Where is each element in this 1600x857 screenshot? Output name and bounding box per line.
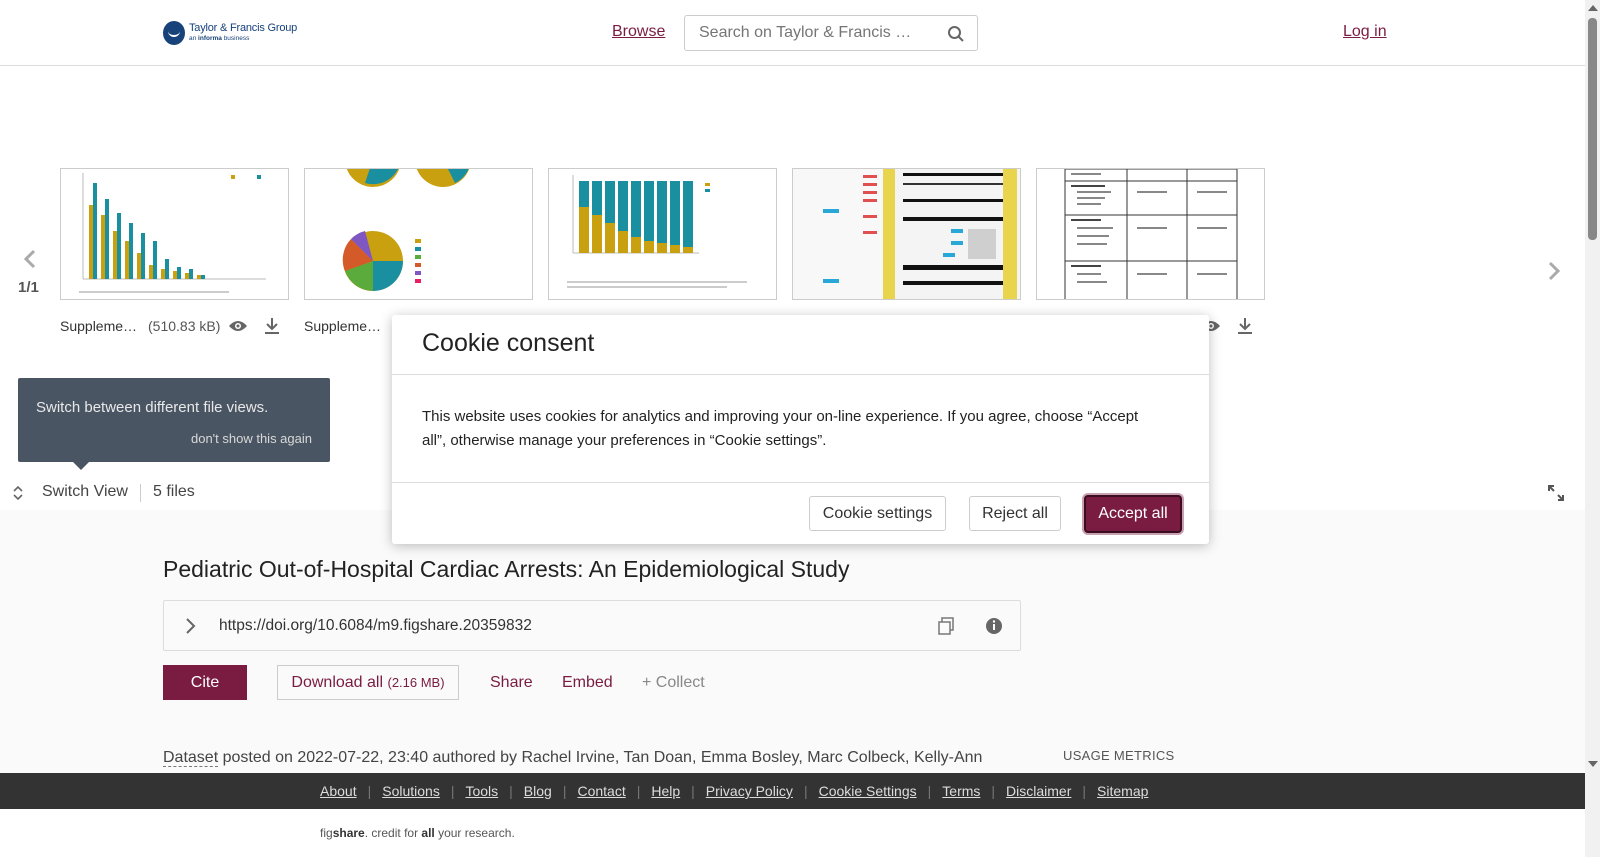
site-header: Taylor & Francis Group an informa busine… (0, 0, 1585, 66)
footer-link-privacy[interactable]: Privacy Policy (706, 783, 793, 799)
cite-button[interactable]: Cite (163, 665, 247, 700)
copy-icon[interactable] (937, 617, 955, 635)
thumbnail-spreadsheet (793, 169, 1020, 299)
carousel-next-icon[interactable] (1545, 261, 1563, 281)
site-footer: About | Solutions | Tools | Blog | Contact | … (0, 773, 1585, 809)
footer-link-disclaimer[interactable]: Disclaimer (1006, 783, 1071, 799)
file-view-tooltip: Switch between different file views. don… (18, 378, 330, 470)
tooltip-dismiss-link[interactable]: don't show this again (191, 431, 312, 446)
embed-link[interactable]: Embed (562, 674, 613, 692)
share-link[interactable]: Share (490, 674, 533, 692)
page-scrollbar[interactable] (1585, 0, 1600, 857)
dialog-body: This website uses cookies for analytics … (422, 408, 1139, 449)
item-type[interactable]: Dataset (163, 749, 219, 767)
logo-title: Taylor & Francis Group (189, 22, 298, 35)
file-thumbnail-4[interactable] (792, 168, 1021, 300)
toolbar-divider (140, 484, 141, 502)
dialog-title: Cookie consent (422, 329, 595, 357)
carousel-page-count: 1/1 (18, 279, 39, 296)
thumbnail-bar-chart (79, 173, 266, 293)
file-meta-1: Supplementary Figure 1 (510.83 kB) (60, 316, 289, 336)
file-size: (510.83 kB) (148, 318, 221, 334)
scroll-up-icon[interactable] (1588, 5, 1598, 11)
cookie-consent-dialog: Cookie consent This website uses cookies… (392, 315, 1209, 544)
footer-link-help[interactable]: Help (651, 783, 680, 799)
footer-link-about[interactable]: About (320, 783, 357, 799)
logo-mark-icon (163, 21, 185, 45)
download-all-button[interactable]: Download all (2.16 MB) (277, 665, 459, 700)
search-icon[interactable] (947, 25, 965, 43)
thumbnail-pie-chart (342, 169, 470, 291)
scrollbar-thumb[interactable] (1588, 18, 1597, 240)
item-details: Pediatric Out-of-Hospital Cardiac Arrest… (0, 510, 1585, 790)
chevron-right-icon[interactable] (184, 617, 196, 635)
fullscreen-icon[interactable] (1548, 485, 1564, 501)
footer-link-terms[interactable]: Terms (942, 783, 980, 799)
login-link[interactable]: Log in (1343, 23, 1387, 41)
doi-box: https://doi.org/10.6084/m9.figshare.2035… (163, 600, 1021, 651)
eye-icon[interactable] (228, 319, 248, 333)
download-icon[interactable] (264, 317, 280, 335)
footer-link-cookie-settings[interactable]: Cookie Settings (819, 783, 917, 799)
footer-link-tools[interactable]: Tools (465, 783, 498, 799)
tooltip-text: Switch between different file views. (36, 399, 269, 416)
doi-link[interactable]: https://doi.org/10.6084/m9.figshare.2035… (219, 617, 532, 635)
switch-view-icon[interactable] (12, 485, 24, 501)
switch-view-button[interactable]: Switch View (42, 483, 128, 501)
files-count: 5 files (153, 483, 195, 500)
accept-all-button[interactable]: Accept all (1084, 495, 1182, 533)
carousel-prev-icon[interactable] (21, 249, 39, 269)
footer-link-solutions[interactable]: Solutions (382, 783, 440, 799)
file-thumbnail-1[interactable] (60, 168, 289, 300)
file-thumbnail-3[interactable] (548, 168, 777, 300)
download-icon[interactable] (1237, 317, 1253, 335)
browse-link[interactable]: Browse (612, 23, 665, 41)
file-name[interactable]: Supplementary Figure 2 (304, 318, 384, 334)
footer-link-blog[interactable]: Blog (524, 783, 552, 799)
page-title: Pediatric Out-of-Hospital Cardiac Arrest… (163, 556, 850, 582)
search-box[interactable] (684, 15, 978, 51)
footer-link-contact[interactable]: Contact (577, 783, 625, 799)
search-input[interactable] (699, 24, 929, 42)
file-name[interactable]: Supplementary Figure 1 (60, 318, 140, 334)
footer-link-sitemap[interactable]: Sitemap (1097, 783, 1148, 799)
file-thumbnail-5[interactable] (1036, 168, 1265, 300)
reject-all-button[interactable]: Reject all (969, 496, 1061, 531)
logo-subtitle: an informa business (189, 35, 250, 43)
usage-metrics-heading: USAGE METRICS (1063, 748, 1175, 763)
taylor-francis-logo[interactable]: Taylor & Francis Group an informa busine… (163, 21, 297, 45)
thumbnail-stacked-bar-chart (567, 175, 747, 288)
info-icon[interactable] (985, 617, 1003, 635)
figshare-tagline: figshare. credit for all your research. (320, 826, 515, 840)
cookie-settings-button[interactable]: Cookie settings (809, 496, 946, 531)
collect-link[interactable]: + Collect (642, 674, 705, 692)
scroll-down-icon[interactable] (1588, 761, 1598, 767)
thumbnail-table (1064, 169, 1238, 299)
file-thumbnail-2[interactable] (304, 168, 533, 300)
